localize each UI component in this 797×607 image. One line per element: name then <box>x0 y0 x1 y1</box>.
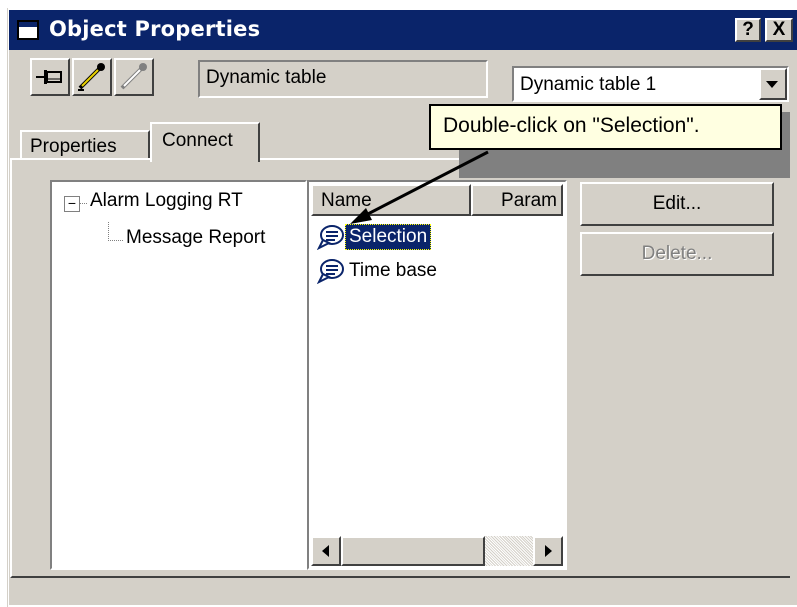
pointer-arrow <box>350 150 489 224</box>
tab-connect[interactable]: Connect <box>150 122 260 162</box>
tab-connect-label: Connect <box>162 130 233 151</box>
